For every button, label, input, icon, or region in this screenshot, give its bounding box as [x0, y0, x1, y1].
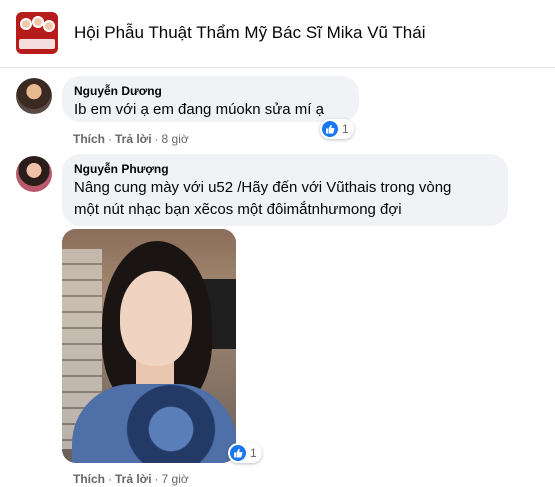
separator: ·: [108, 132, 112, 146]
header-divider: [0, 67, 555, 68]
like-reaction-icon: [230, 445, 246, 461]
like-reaction-icon: [322, 121, 338, 137]
commenter-avatar[interactable]: [16, 156, 52, 192]
avatar-face-1: [20, 18, 32, 30]
comment-bubble: Nguyễn Dương Ib em với ạ em đang múokn s…: [62, 76, 359, 122]
group-avatar[interactable]: [16, 12, 58, 54]
comment-timestamp[interactable]: 8 giờ: [162, 132, 189, 146]
avatar-face-3: [43, 20, 55, 32]
comment-author[interactable]: Nguyễn Dương: [74, 84, 347, 99]
separator: ·: [108, 472, 112, 486]
comment-actions: Thích · Trả lời · 7 giờ: [73, 472, 189, 486]
photo-face: [120, 271, 192, 366]
comment-actions: Thích · Trả lời · 8 giờ: [73, 132, 189, 146]
reaction-count: 1: [342, 122, 349, 136]
commenter-avatar[interactable]: [16, 78, 52, 114]
reaction-summary[interactable]: 1: [228, 443, 262, 463]
reaction-summary[interactable]: 1: [320, 119, 354, 139]
separator: ·: [154, 472, 159, 486]
reaction-count: 1: [250, 446, 257, 460]
comment-text: Ib em với ạ em đang múokn sửa mí ạ: [74, 101, 324, 118]
comment-bubble: Nguyễn Phượng Nâng cung mày với u52 /Hãy…: [62, 154, 508, 226]
like-button[interactable]: Thích: [73, 472, 105, 486]
group-header: Hội Phẫu Thuật Thẩm Mỹ Bác Sĩ Mika Vũ Th…: [0, 0, 555, 66]
comment-text-line: một nút nhạc bạn xẽcos một đôimắtnhưmong…: [74, 201, 402, 218]
comment-photo[interactable]: [62, 229, 236, 463]
reply-button[interactable]: Trả lời: [115, 472, 152, 486]
like-button[interactable]: Thích: [73, 132, 105, 146]
photo-clothing: [72, 384, 236, 463]
comment-author[interactable]: Nguyễn Phượng: [74, 162, 496, 177]
avatar-banner: [19, 39, 55, 49]
group-title[interactable]: Hội Phẫu Thuật Thẩm Mỹ Bác Sĩ Mika Vũ Th…: [74, 23, 426, 43]
reply-button[interactable]: Trả lời: [115, 132, 152, 146]
separator: ·: [154, 132, 159, 146]
comment-timestamp[interactable]: 7 giờ: [162, 472, 189, 486]
comment-text-line: Nâng cung mày với u52 /Hãy đến với Vũtha…: [74, 179, 452, 196]
